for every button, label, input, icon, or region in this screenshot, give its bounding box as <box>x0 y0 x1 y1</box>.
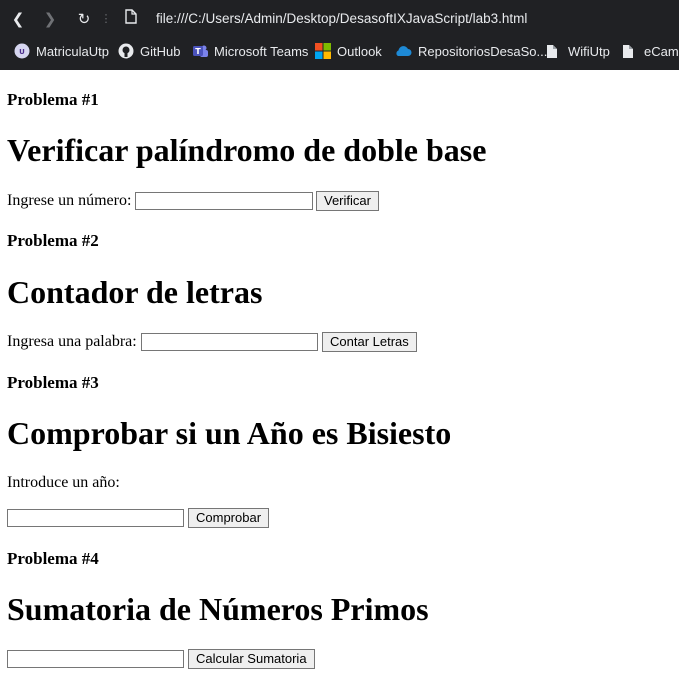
forward-icon[interactable]: ❯ <box>40 9 60 29</box>
bookmark-label: MatriculaUtp <box>36 44 109 59</box>
back-icon[interactable]: ❮ <box>8 9 28 29</box>
bookmark-label: GitHub <box>140 44 181 59</box>
problem-1-label: Ingrese un número: <box>7 192 132 209</box>
address-bar[interactable]: file:///C:/Users/Admin/Desktop/DesasoftI… <box>156 11 527 26</box>
file-icon <box>546 44 562 60</box>
file-icon <box>121 9 141 29</box>
problem-2-heading: Problema #2 <box>7 231 99 250</box>
bookmark-repositoriosdesaso[interactable]: RepositoriosDesaSo... <box>394 43 547 61</box>
problem-3-heading: Problema #3 <box>7 373 99 392</box>
check-year-button[interactable]: Comprobar <box>188 508 270 528</box>
count-letters-button[interactable]: Contar Letras <box>322 332 417 352</box>
bookmark-label: Microsoft Teams <box>214 44 309 59</box>
utp-logo-icon: U <box>14 43 30 59</box>
bookmark-wifiutp[interactable]: WifiUtp <box>546 43 610 61</box>
bookmark-label: RepositoriosDesaSo... <box>418 44 548 59</box>
reload-icon[interactable]: ↻ <box>74 9 94 29</box>
problem-1-title: Verificar palíndromo de doble base <box>7 132 487 168</box>
browser-toolbar: ❮ ❯ ↻ ⋮ file:///C:/Users/Admin/Desktop/D… <box>0 0 679 37</box>
bookmark-matriculautp[interactable]: U MatriculaUtp <box>14 43 109 61</box>
bookmark-label: eCamp <box>644 44 679 59</box>
problem-2-label: Ingresa una palabra: <box>7 333 137 350</box>
bookmark-github[interactable]: GitHub <box>118 43 180 61</box>
cloud-icon <box>394 43 412 59</box>
bookmark-label: WifiUtp <box>568 44 610 59</box>
bookmark-microsoft-teams[interactable]: T Microsoft Teams <box>192 43 308 61</box>
teams-icon: T <box>192 43 208 59</box>
github-icon <box>118 43 134 59</box>
bookmarks-bar: U MatriculaUtp GitHub T Microsoft Teams Ou… <box>0 37 679 68</box>
browser-chrome: ❮ ❯ ↻ ⋮ file:///C:/Users/Admin/Desktop/D… <box>0 0 679 70</box>
problem-3-label: Introduce un año: <box>7 474 120 491</box>
problem-1-heading: Problema #1 <box>7 90 99 109</box>
problem-2-title: Contador de letras <box>7 274 263 310</box>
year-input[interactable] <box>7 509 184 527</box>
calculate-sum-button[interactable]: Calcular Sumatoria <box>188 649 315 669</box>
separator-icon: ⋮ <box>100 12 112 25</box>
problem-4-title: Sumatoria de Números Primos <box>7 591 429 627</box>
file-icon <box>622 44 638 60</box>
bookmark-label: Outlook <box>337 44 382 59</box>
svg-text:U: U <box>19 48 25 56</box>
primes-limit-input[interactable] <box>7 650 184 668</box>
word-input[interactable] <box>141 333 318 351</box>
number-input[interactable] <box>135 192 313 210</box>
microsoft-logo-icon <box>315 43 331 59</box>
bookmark-ecamp[interactable]: eCamp <box>622 43 679 61</box>
svg-text:T: T <box>195 47 201 56</box>
problem-4-heading: Problema #4 <box>7 549 99 568</box>
bookmark-outlook[interactable]: Outlook <box>315 43 382 61</box>
verify-button[interactable]: Verificar <box>316 191 379 211</box>
problem-3-title: Comprobar si un Año es Bisiesto <box>7 415 452 451</box>
